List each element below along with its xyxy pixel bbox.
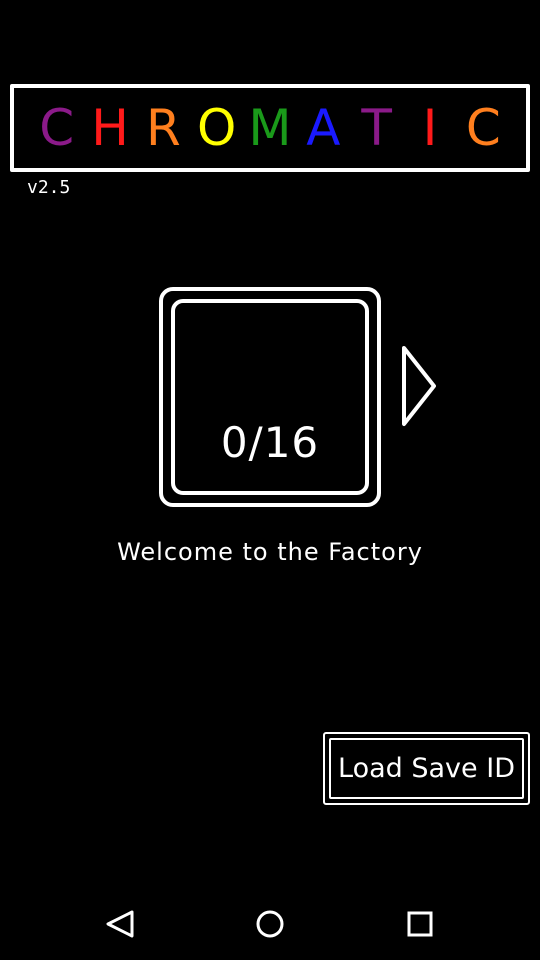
recents-square-icon[interactable] bbox=[400, 904, 440, 944]
title-letter: A bbox=[306, 99, 341, 157]
welcome-message: Welcome to the Factory bbox=[117, 538, 423, 566]
title-banner: CHROMATIC bbox=[10, 84, 530, 172]
level-progress-count: 0/16 bbox=[220, 418, 320, 467]
load-save-id-button[interactable]: Load Save ID bbox=[323, 732, 530, 805]
title-letter: C bbox=[39, 99, 75, 157]
back-triangle-icon[interactable] bbox=[100, 904, 140, 944]
title-letter: O bbox=[196, 99, 237, 157]
version-label: v2.5 bbox=[27, 177, 71, 198]
home-circle-icon[interactable] bbox=[250, 904, 290, 944]
title-logo: CHROMATIC bbox=[14, 88, 526, 168]
system-navigation-bar bbox=[0, 884, 540, 960]
play-arrow-outline-icon[interactable] bbox=[400, 344, 438, 428]
load-save-id-label: Load Save ID bbox=[329, 738, 524, 799]
title-letter: C bbox=[465, 99, 501, 157]
title-letter: T bbox=[361, 99, 392, 157]
title-letter: I bbox=[422, 99, 438, 157]
title-letter: R bbox=[145, 99, 181, 157]
title-letter: M bbox=[248, 99, 292, 157]
title-letter: H bbox=[91, 99, 129, 157]
